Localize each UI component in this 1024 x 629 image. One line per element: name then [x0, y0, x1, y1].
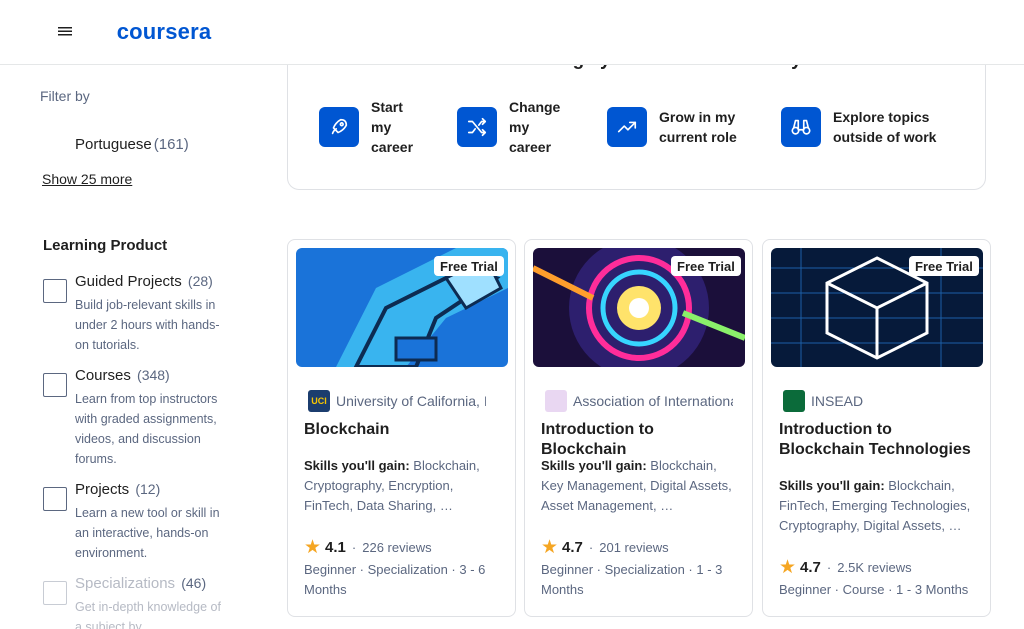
free-trial-badge: Free Trial: [671, 256, 741, 276]
filter-guided-projects[interactable]: Guided Projects (28) Build job-relevant …: [43, 273, 223, 353]
filter-specializations[interactable]: Specializations (46) Get in-depth knowle…: [43, 575, 223, 629]
coursera-logo[interactable]: coursera: [85, 7, 243, 57]
course-skills: Skills you'll gain: Blockchain, Key Mana…: [541, 458, 732, 513]
checkbox[interactable]: [43, 487, 67, 511]
top-header: coursera: [0, 0, 1024, 65]
intent-grow-role-button[interactable]: Grow in my current role: [607, 88, 759, 166]
course-card-intro-blockchain-tech[interactable]: Free Trial INSEAD Introduction to Blockc…: [762, 239, 991, 617]
intent-label: Change my career: [509, 99, 561, 155]
intent-label: Grow in my current role: [659, 109, 737, 145]
binoculars-icon: [781, 107, 821, 147]
checkbox[interactable]: [43, 581, 67, 605]
intent-label: Start my career: [371, 99, 414, 155]
filter-by-heading: Filter by: [40, 88, 90, 104]
free-trial-badge: Free Trial: [434, 256, 504, 276]
course-rating: ★ 4.1 · 226 reviews: [304, 537, 432, 558]
filter-count: (161): [153, 135, 189, 153]
filter-label: Specializations (46): [75, 575, 207, 592]
hamburger-icon: [58, 27, 72, 36]
star-icon: ★: [779, 557, 797, 578]
filter-courses[interactable]: Courses (348) Learn from top instructors…: [43, 367, 223, 467]
star-icon: ★: [541, 537, 559, 558]
filter-description: Get in-depth knowledge of a subject by: [75, 600, 221, 629]
course-meta: Beginner · Specialization · 1 - 3 Months: [541, 562, 723, 597]
partner-logo: UCI: [308, 390, 330, 412]
filter-label: Guided Projects (28): [75, 273, 213, 290]
partner-name[interactable]: University of California, Irvine: [336, 390, 486, 412]
course-title[interactable]: Blockchain: [304, 420, 504, 440]
filter-description: Learn from top instructors with graded a…: [75, 392, 218, 466]
filter-projects[interactable]: Projects (12) Learn a new tool or skill …: [43, 481, 223, 561]
intent-explore-topics-button[interactable]: Explore topics outside of work: [781, 88, 963, 166]
intent-start-career-button[interactable]: Start my career: [319, 88, 435, 166]
learning-product-heading: Learning Product: [43, 237, 168, 254]
shuffle-icon: [457, 107, 497, 147]
partner-name[interactable]: Association of International Certified P…: [573, 390, 733, 412]
rocket-icon: [319, 107, 359, 147]
checkbox[interactable]: [42, 133, 68, 155]
menu-button[interactable]: [47, 10, 83, 52]
language-filter-portuguese[interactable]: Portuguese (161): [42, 133, 189, 155]
course-title[interactable]: Introduction to Blockchain Technologies: [779, 420, 979, 460]
intent-label: Explore topics outside of work: [833, 109, 937, 145]
filter-label: Projects (12): [75, 481, 161, 498]
trending-up-icon: [607, 107, 647, 147]
checkbox[interactable]: [43, 279, 67, 303]
course-meta: Beginner · Course · 1 - 3 Months: [779, 582, 969, 597]
free-trial-badge: Free Trial: [909, 256, 979, 276]
course-title[interactable]: Introduction to Blockchain: [541, 420, 741, 460]
partner-name[interactable]: INSEAD: [811, 390, 971, 412]
filter-description: Learn a new tool or skill in an interact…: [75, 506, 220, 560]
partner-logo: [545, 390, 567, 412]
course-skills: Skills you'll gain: Blockchain, FinTech,…: [779, 478, 971, 533]
course-card-intro-blockchain[interactable]: Free Trial Association of International …: [524, 239, 753, 617]
checkbox[interactable]: [43, 373, 67, 397]
show-more-link[interactable]: Show 25 more: [42, 171, 132, 187]
filter-label: Courses (348): [75, 367, 170, 384]
filter-label: Portuguese: [75, 135, 152, 153]
course-meta: Beginner · Specialization · 3 - 6 Months: [304, 562, 486, 597]
course-skills: Skills you'll gain: Blockchain, Cryptogr…: [304, 458, 480, 513]
star-icon: ★: [304, 537, 322, 558]
partner-logo: [783, 390, 805, 412]
course-card-blockchain[interactable]: Free Trial UCI University of California,…: [287, 239, 516, 617]
course-rating: ★ 4.7 · 2.5K reviews: [779, 557, 912, 578]
intent-change-career-button[interactable]: Change my career: [457, 88, 585, 166]
course-rating: ★ 4.7 · 201 reviews: [541, 537, 669, 558]
filter-description: Build job-relevant skills in under 2 hou…: [75, 298, 220, 352]
